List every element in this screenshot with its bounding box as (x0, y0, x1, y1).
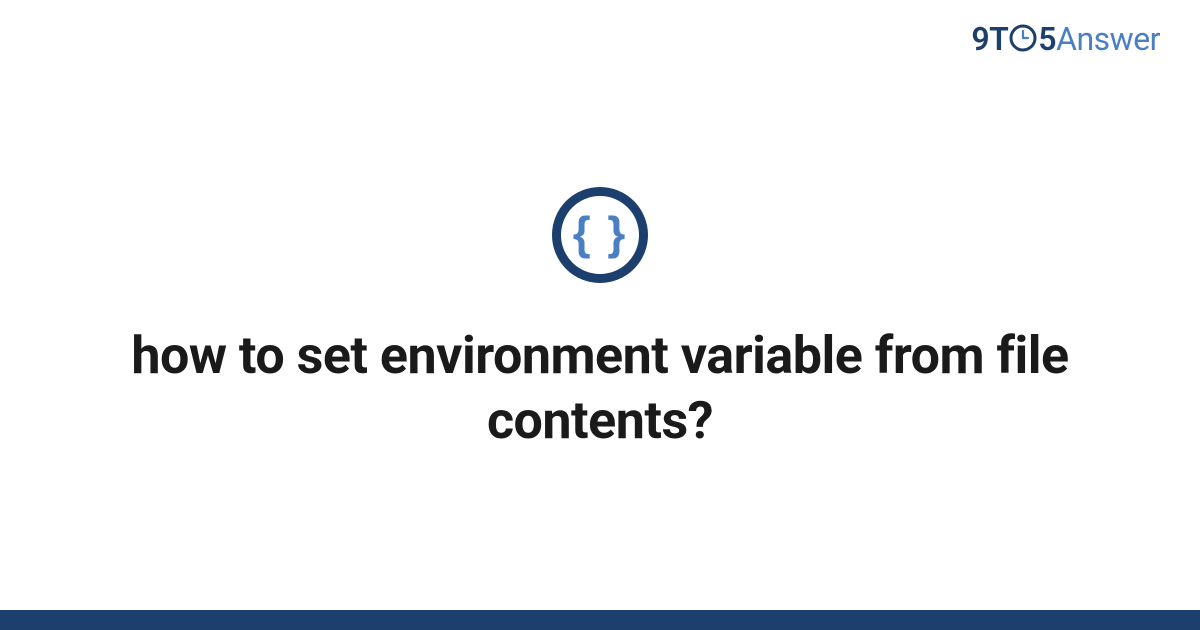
footer-bar (0, 610, 1200, 630)
question-title: how to set environment variable from fil… (100, 323, 1100, 453)
braces-icon: { } (573, 210, 628, 256)
main-content: { } how to set environment variable from… (0, 0, 1200, 610)
topic-icon-circle: { } (552, 187, 648, 283)
